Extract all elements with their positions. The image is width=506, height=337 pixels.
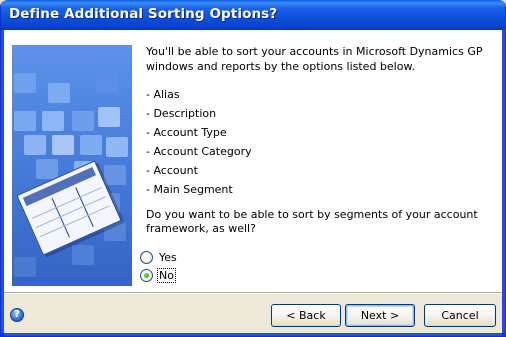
- decor-tile: [72, 111, 94, 131]
- decor-tile: [36, 159, 58, 179]
- intro-text: You'll be able to sort your accounts in …: [146, 45, 483, 73]
- window-border-left: [1, 30, 4, 336]
- radio-yes[interactable]: Yes: [140, 249, 178, 265]
- option-item-account-type: - Account Type: [146, 126, 227, 139]
- next-button[interactable]: Next >: [345, 304, 415, 327]
- window-border-right: [502, 30, 505, 336]
- back-button[interactable]: < Back: [271, 304, 341, 327]
- radio-no[interactable]: No: [140, 267, 176, 283]
- radio-selected-dot: [144, 272, 149, 278]
- radio-no-label[interactable]: No: [157, 267, 176, 283]
- decor-tile: [80, 135, 102, 155]
- decor-tile: [24, 135, 46, 155]
- radio-yes-button[interactable]: [140, 250, 153, 264]
- decor-tile: [52, 135, 74, 155]
- decor-tile: [72, 245, 94, 265]
- decor-tile: [14, 73, 36, 93]
- radio-yes-label[interactable]: Yes: [158, 251, 178, 264]
- decor-tile: [14, 257, 36, 277]
- decor-tile: [14, 111, 36, 131]
- side-illustration: [12, 45, 132, 286]
- title-bar[interactable]: Define Additional Sorting Options?: [1, 0, 505, 30]
- option-item-description: - Description: [146, 107, 217, 120]
- decor-tile: [42, 111, 64, 131]
- radio-no-button[interactable]: [140, 268, 153, 282]
- option-item-account: - Account: [146, 164, 198, 177]
- decor-tile: [106, 137, 128, 157]
- option-item-main-segment: - Main Segment: [146, 183, 233, 196]
- cancel-button[interactable]: Cancel: [424, 304, 496, 327]
- decor-tile: [48, 83, 70, 103]
- decor-tile: [96, 73, 118, 93]
- window-title: Define Additional Sorting Options?: [9, 6, 278, 22]
- option-item-alias: - Alias: [146, 88, 180, 101]
- question-text: Do you want to be able to sort by segmen…: [146, 208, 478, 235]
- decor-tile: [104, 165, 126, 185]
- window-border-bottom: [1, 333, 505, 336]
- option-item-account-category: - Account Category: [146, 145, 252, 158]
- help-icon[interactable]: ?: [10, 308, 24, 322]
- dialog-window: Define Additional Sorting Options? You'l…: [0, 0, 506, 337]
- decor-tile: [98, 107, 120, 127]
- footer-divider: [4, 292, 502, 294]
